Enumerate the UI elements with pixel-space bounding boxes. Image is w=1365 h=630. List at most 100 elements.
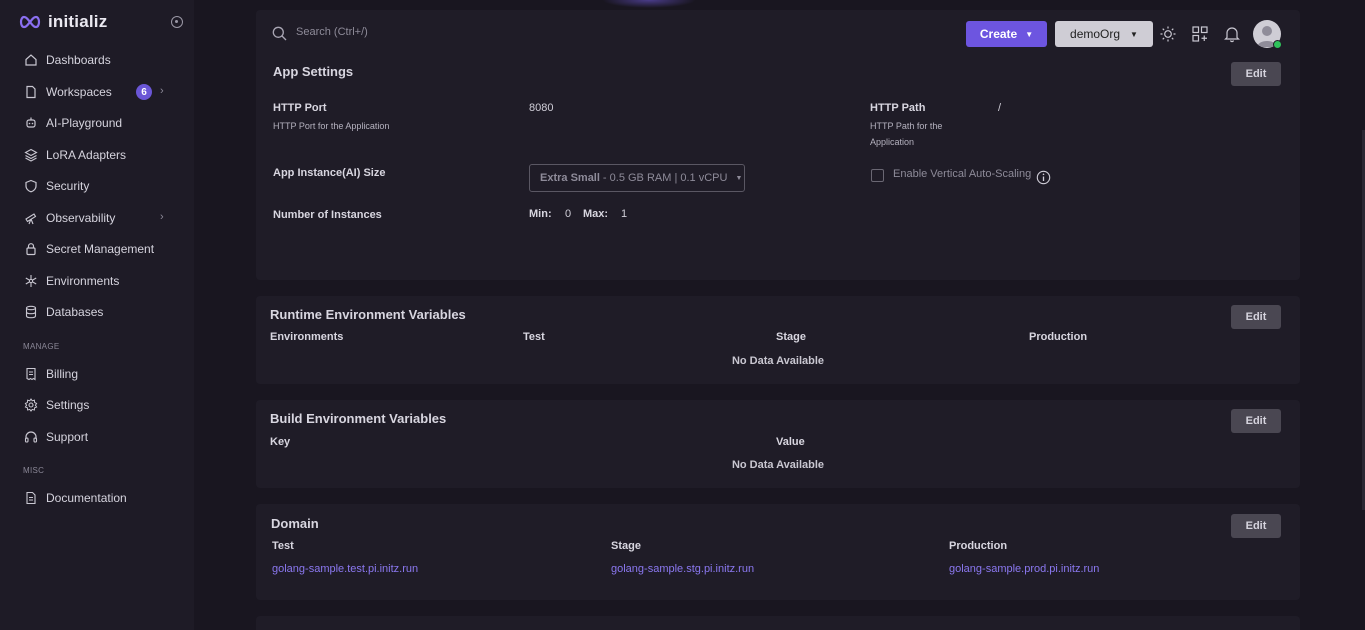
http-path-value: / bbox=[998, 102, 1002, 114]
column-header: Test bbox=[272, 540, 294, 552]
gear-icon bbox=[24, 398, 38, 412]
search-input[interactable] bbox=[296, 26, 596, 38]
instance-size-label: App Instance(AI) Size bbox=[273, 167, 386, 179]
sidebar-item-label: AI-Playground bbox=[46, 116, 123, 130]
sidebar-item-label: Secret Management bbox=[46, 242, 155, 256]
runtime-env-card: Runtime Environment Variables Edit Envir… bbox=[256, 296, 1300, 384]
sidebar-item-observability[interactable]: Observability › bbox=[24, 208, 179, 228]
sidebar-item-security[interactable]: Security bbox=[24, 176, 179, 196]
sun-theme-icon[interactable] bbox=[1159, 25, 1177, 43]
shield-icon bbox=[24, 179, 38, 193]
brand-name: initializ bbox=[48, 12, 108, 31]
infinity-logo-icon bbox=[19, 15, 41, 29]
section-label-manage: MANAGE bbox=[23, 342, 60, 351]
instance-size-detail: - 0.5 GB RAM | 0.1 vCPU bbox=[602, 172, 728, 184]
sidebar-item-label: Security bbox=[46, 179, 90, 193]
caret-down-icon: ▼ bbox=[735, 174, 743, 182]
domain-link-test[interactable]: golang-sample.test.pi.initz.run bbox=[272, 563, 418, 575]
collapse-sidebar-icon[interactable] bbox=[171, 16, 183, 28]
sidebar-item-workspaces[interactable]: Workspaces 6 › bbox=[24, 82, 179, 102]
column-header: Production bbox=[1029, 331, 1088, 343]
sidebar-item-support[interactable]: Support bbox=[24, 427, 179, 447]
sidebar-item-label: Support bbox=[46, 430, 89, 444]
instance-size-select[interactable]: Extra Small - 0.5 GB RAM | 0.1 vCPU ▼ bbox=[529, 164, 745, 192]
column-header: Key bbox=[270, 436, 291, 448]
sidebar-item-databases[interactable]: Databases bbox=[24, 302, 179, 322]
domain-edit-button[interactable]: Edit bbox=[1231, 514, 1281, 538]
column-header: Environments bbox=[270, 331, 344, 343]
sidebar-item-ai-playground[interactable]: AI-Playground bbox=[24, 113, 179, 133]
sidebar-item-label: Environments bbox=[46, 274, 120, 288]
instance-size-name: Extra Small bbox=[540, 172, 600, 184]
file-icon bbox=[24, 85, 38, 99]
header-glow bbox=[602, 0, 696, 8]
app-settings-card: Create ▼ demoOrg ▼ App Settings Edit HTT… bbox=[256, 10, 1300, 280]
sidebar-item-label: Workspaces bbox=[46, 85, 112, 99]
http-port-value: 8080 bbox=[529, 102, 554, 114]
lock-icon bbox=[24, 242, 38, 256]
document-icon bbox=[24, 491, 38, 505]
robot-icon bbox=[24, 116, 38, 130]
create-button-label: Create bbox=[979, 27, 1018, 41]
brand-logo[interactable]: initializ bbox=[18, 12, 107, 32]
column-header: Stage bbox=[776, 331, 806, 343]
snowflake-icon bbox=[24, 274, 38, 288]
domain-link-stage[interactable]: golang-sample.stg.pi.initz.run bbox=[611, 563, 754, 575]
org-selector-label: demoOrg bbox=[1070, 27, 1121, 41]
home-icon bbox=[24, 53, 38, 67]
sidebar-item-label: Documentation bbox=[46, 491, 127, 505]
min-value: 0 bbox=[565, 208, 572, 220]
runtime-env-edit-button[interactable]: Edit bbox=[1231, 305, 1281, 329]
http-path-label: HTTP Path bbox=[870, 102, 926, 114]
receipt-icon bbox=[24, 367, 38, 381]
build-env-title: Build Environment Variables bbox=[270, 411, 447, 426]
build-env-edit-button[interactable]: Edit bbox=[1231, 409, 1281, 433]
telescope-icon bbox=[24, 211, 38, 225]
sidebar-item-settings[interactable]: Settings bbox=[24, 395, 179, 415]
bell-icon[interactable] bbox=[1223, 25, 1241, 43]
caret-down-icon: ▼ bbox=[1130, 29, 1138, 39]
column-header: Production bbox=[949, 540, 1008, 552]
sidebar-item-dashboards[interactable]: Dashboards bbox=[24, 50, 179, 70]
chevron-right-icon[interactable]: › bbox=[160, 85, 164, 97]
sidebar-item-label: Observability bbox=[46, 211, 116, 225]
column-header: Stage bbox=[611, 540, 641, 552]
build-env-empty-message: No Data Available bbox=[731, 459, 825, 471]
app-settings-edit-button[interactable]: Edit bbox=[1231, 62, 1281, 86]
create-button[interactable]: Create ▼ bbox=[966, 21, 1047, 47]
sidebar-item-documentation[interactable]: Documentation bbox=[24, 488, 179, 508]
domain-link-production[interactable]: golang-sample.prod.pi.initz.run bbox=[949, 563, 1099, 575]
chevron-right-icon[interactable]: › bbox=[160, 211, 164, 223]
runtime-env-title: Runtime Environment Variables bbox=[270, 307, 466, 322]
caret-down-icon: ▼ bbox=[1025, 29, 1034, 39]
http-path-description-line2: Application bbox=[870, 137, 915, 147]
apps-grid-icon[interactable] bbox=[1191, 25, 1209, 43]
next-card bbox=[256, 616, 1300, 630]
section-label-misc: MISC bbox=[23, 466, 45, 475]
http-port-label: HTTP Port bbox=[273, 102, 327, 114]
layers-icon bbox=[24, 148, 38, 162]
database-icon bbox=[24, 305, 38, 319]
app-settings-title: App Settings bbox=[273, 64, 354, 79]
instances-label: Number of Instances bbox=[273, 209, 382, 221]
sidebar: initializ Dashboards Workspaces 6 › AI-P… bbox=[0, 0, 194, 630]
vertical-autoscaling-checkbox[interactable] bbox=[871, 169, 884, 182]
sidebar-item-environments[interactable]: Environments bbox=[24, 271, 179, 291]
column-header: Test bbox=[523, 331, 545, 343]
org-selector[interactable]: demoOrg ▼ bbox=[1055, 21, 1153, 47]
max-value: 1 bbox=[621, 208, 628, 220]
search-icon bbox=[272, 26, 287, 41]
vertical-autoscaling-label: Enable Vertical Auto-Scaling bbox=[893, 168, 1032, 180]
info-icon[interactable] bbox=[1036, 170, 1051, 185]
min-label: Min: bbox=[529, 208, 552, 220]
sidebar-item-label: Settings bbox=[46, 398, 90, 412]
workspaces-count-badge: 6 bbox=[136, 84, 152, 100]
http-port-description: HTTP Port for the Application bbox=[273, 121, 390, 131]
sidebar-item-label: Billing bbox=[46, 367, 79, 381]
sidebar-item-billing[interactable]: Billing bbox=[24, 364, 179, 384]
sidebar-item-lora-adapters[interactable]: LoRA Adapters bbox=[24, 145, 179, 165]
domain-card: Domain Edit Test Stage Production golang… bbox=[256, 504, 1300, 600]
sidebar-item-secret-management[interactable]: Secret Management bbox=[24, 239, 179, 259]
build-env-card: Build Environment Variables Edit Key Val… bbox=[256, 400, 1300, 488]
online-status-dot bbox=[1273, 40, 1282, 49]
